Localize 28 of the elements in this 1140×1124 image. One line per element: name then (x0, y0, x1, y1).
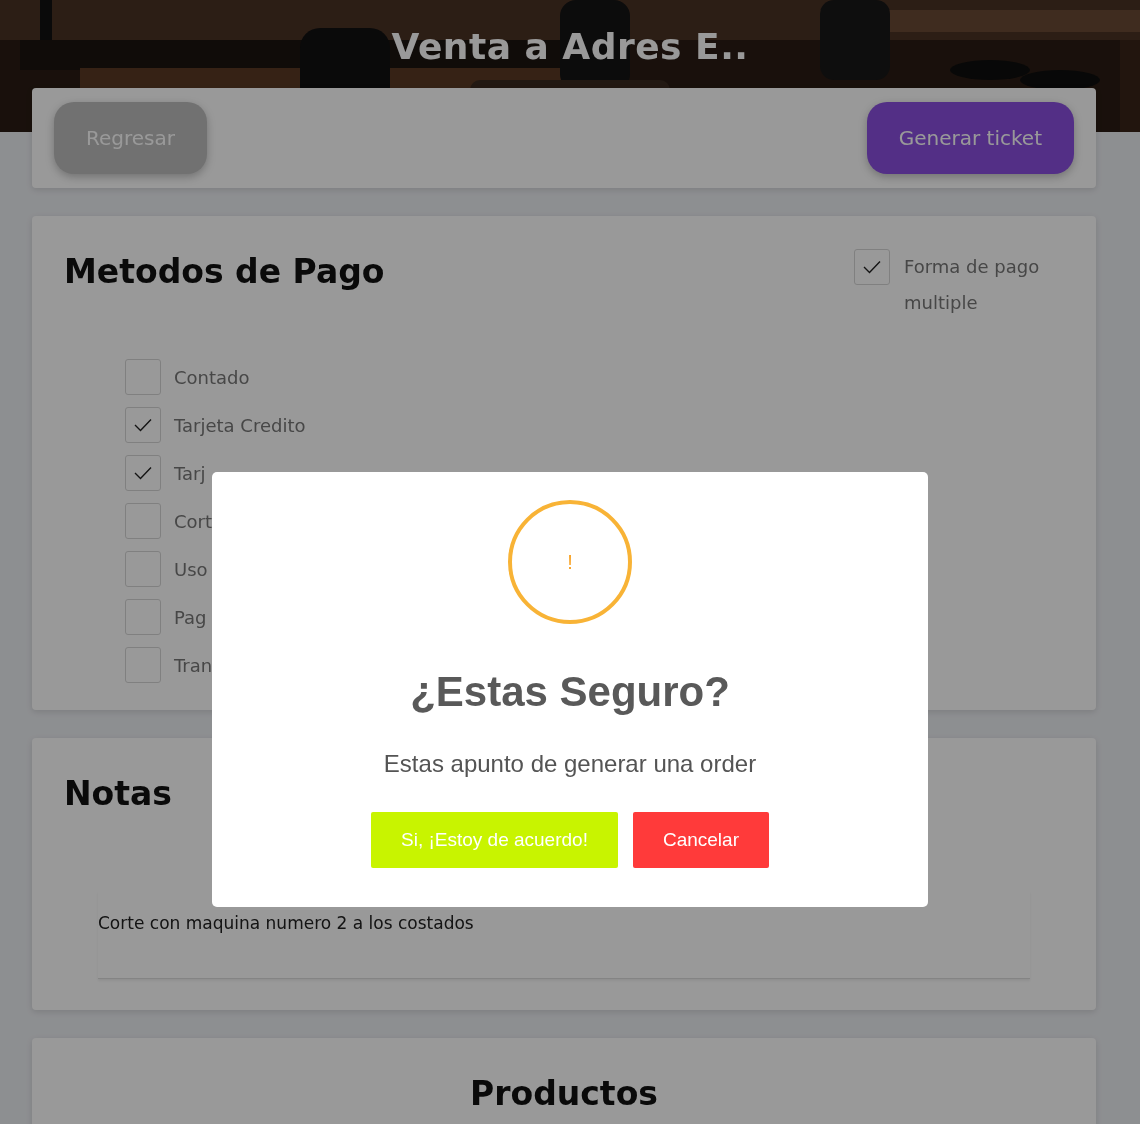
section-title: Notas (64, 774, 173, 813)
dialog-title: ¿Estas Seguro? (410, 668, 730, 716)
checkbox-label: Contado (174, 366, 250, 388)
checkbox-label: Tran (174, 654, 213, 676)
section-title: Productos (470, 1074, 658, 1115)
checkbox-label: Forma de pago multiple (904, 255, 1041, 315)
cancel-button[interactable]: Cancelar (632, 812, 769, 868)
page-title: Venta a Adres E.. (391, 26, 749, 67)
checkbox[interactable] (125, 503, 161, 539)
checkbox[interactable] (854, 249, 890, 285)
checkbox[interactable] (125, 551, 161, 587)
checkbox-label: Tarjeta Credito (174, 414, 306, 436)
checkmark-icon (863, 260, 881, 274)
generate-ticket-button[interactable]: Generar ticket (866, 102, 1074, 174)
checkmark-icon (134, 418, 152, 432)
checkbox-label: Uso (174, 558, 208, 580)
checkbox[interactable] (125, 599, 161, 635)
checkbox[interactable] (125, 455, 161, 491)
checkbox[interactable] (125, 359, 161, 395)
section-title: Metodos de Pago (64, 252, 385, 293)
dialog-message: Estas apunto de generar una order (383, 750, 757, 778)
checkbox-label: Cort (174, 510, 213, 532)
checkbox[interactable] (125, 407, 161, 443)
checkmark-icon (134, 466, 152, 480)
warning-icon: ! (508, 500, 632, 624)
checkbox-label: Pag (174, 606, 207, 628)
checkbox[interactable] (125, 647, 161, 683)
checkbox-label: Tarj (174, 462, 206, 484)
